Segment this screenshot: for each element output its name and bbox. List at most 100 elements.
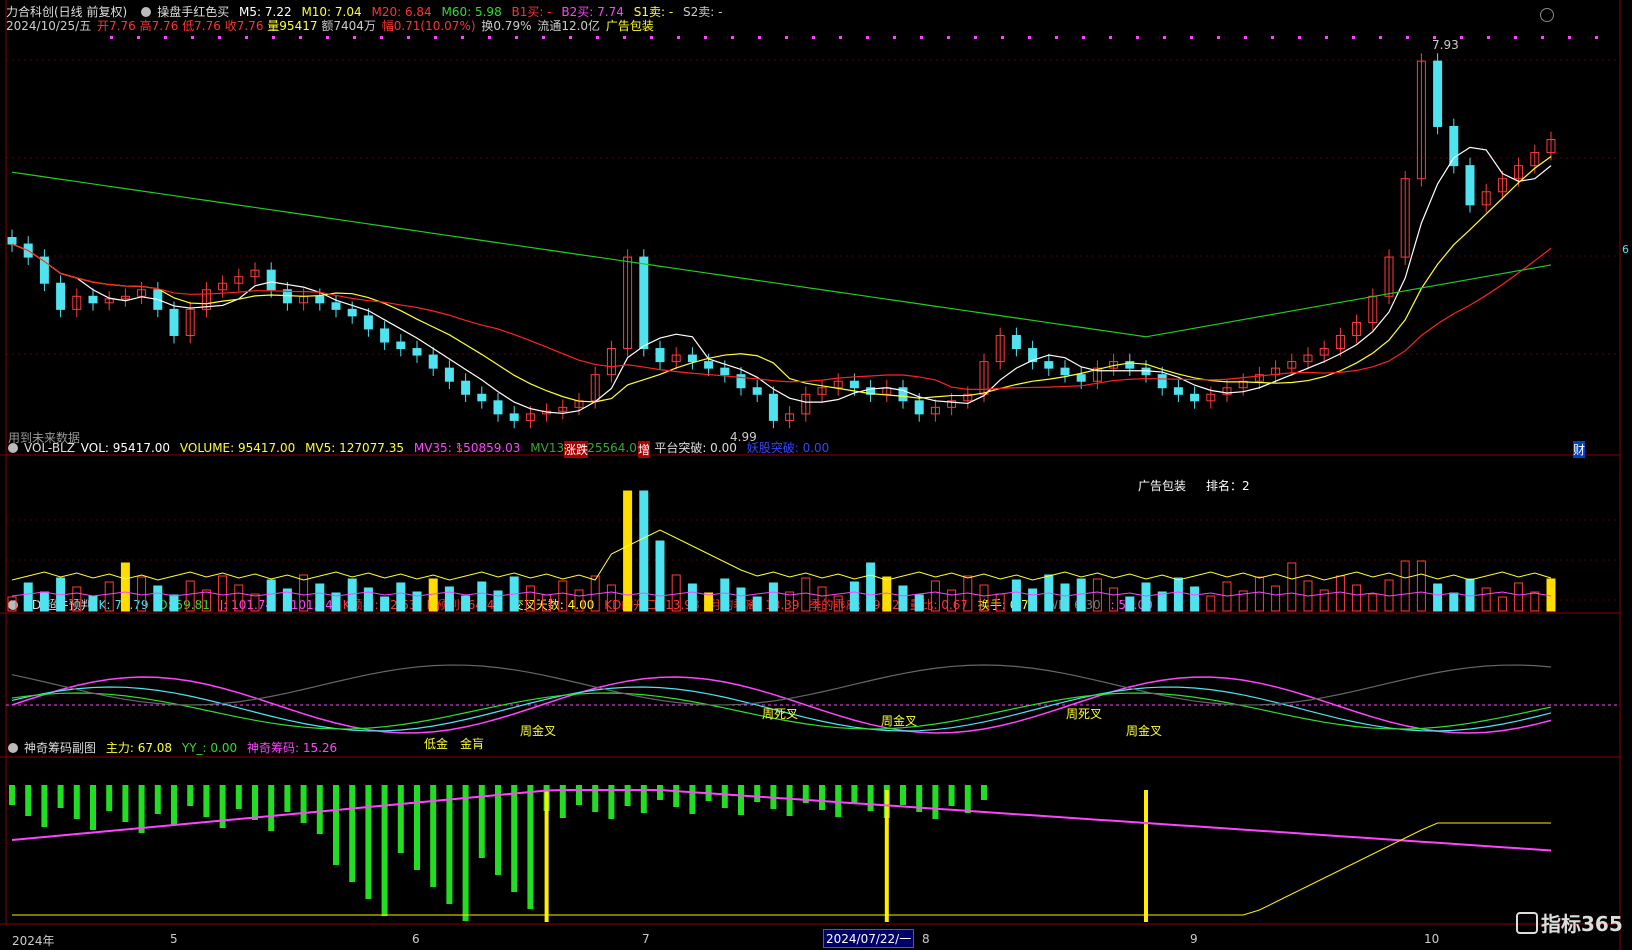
- gear-icon[interactable]: [8, 600, 18, 610]
- volume-bar: [1319, 589, 1329, 612]
- candle-down: [56, 282, 66, 310]
- signal-dot: [731, 36, 734, 39]
- chip-bar: [705, 785, 712, 801]
- candle-down: [461, 380, 471, 395]
- chip-bar: [235, 785, 242, 809]
- candle-up: [606, 348, 616, 376]
- chip-bar: [640, 785, 647, 813]
- volume-bar: [1222, 581, 1232, 612]
- volume-bar: [1271, 585, 1281, 612]
- candle-down: [1190, 393, 1200, 402]
- volume-bar: [1546, 578, 1556, 612]
- mv35-line: [11, 591, 1552, 597]
- chip-bar: [819, 785, 825, 810]
- chip-bar: [219, 785, 226, 828]
- kdj-label-0: 低金: [424, 737, 449, 751]
- close-icon[interactable]: [1540, 8, 1554, 22]
- x-axis-label-1: 5: [170, 932, 178, 946]
- tag-zhangdie: 涨跌: [564, 441, 589, 458]
- volume-bar: [1352, 584, 1362, 612]
- candle-down: [23, 243, 33, 258]
- candle-up: [882, 387, 892, 395]
- candle-down: [39, 256, 49, 284]
- chip-bar: [527, 785, 534, 909]
- candle-up: [558, 406, 568, 412]
- ma20-line: [11, 243, 1552, 390]
- signal-dot: [434, 36, 437, 39]
- kdj-indicator-name[interactable]: KDJ超牛预判: [24, 598, 93, 612]
- x-axis-label-3: 7: [642, 932, 650, 946]
- gear-icon[interactable]: [141, 7, 152, 17]
- max-price-label: 7.93: [1432, 38, 1459, 52]
- chip-bar: [478, 785, 485, 858]
- mv5-value: MV5: 127077.35: [305, 441, 405, 455]
- chip-bar: [446, 785, 453, 904]
- chip-bar: [900, 785, 906, 805]
- signal-dot: [1001, 36, 1004, 39]
- candle-up: [995, 334, 1005, 363]
- b2-value: B2买: 7.74: [561, 5, 624, 19]
- candle-down: [1028, 348, 1038, 363]
- chip-indicator-name[interactable]: 神奇筹码副图: [24, 741, 96, 755]
- volume-bar: [1335, 575, 1345, 612]
- chip-bar: [835, 785, 842, 817]
- candle-down: [1060, 367, 1070, 376]
- candle-up: [833, 380, 843, 389]
- cross-days-value: 交叉天数: 4.00: [511, 598, 595, 612]
- signal-dot: [1271, 36, 1274, 39]
- yy-value: YY_: 0.00: [181, 741, 238, 755]
- candle-up: [72, 295, 82, 310]
- chip-bar: [543, 785, 550, 811]
- season-value: 季的乖离: 29.72: [809, 598, 900, 612]
- chip-bar: [57, 785, 64, 808]
- signal-dot: [1298, 36, 1301, 39]
- stock-chart[interactable]: [0, 0, 1632, 950]
- candle-down: [639, 256, 649, 350]
- candle-up: [1287, 361, 1297, 369]
- signal-dot: [110, 36, 113, 39]
- signal-dot: [1595, 36, 1598, 39]
- signal-dot: [1028, 36, 1031, 39]
- gear-icon[interactable]: [8, 743, 18, 753]
- chip-bar: [576, 785, 582, 805]
- main-force-value: 主力: 67.08: [105, 741, 173, 755]
- candle-down: [396, 341, 406, 350]
- signal-dot: [1514, 36, 1517, 39]
- candle-down: [331, 302, 341, 310]
- d-value: D: 59.81: [158, 598, 210, 612]
- candle-up: [1400, 178, 1410, 258]
- indicator-name[interactable]: 操盘手红色买: [157, 5, 229, 19]
- candle-up: [525, 413, 535, 421]
- candle-down: [477, 393, 487, 402]
- signal-dot: [974, 36, 977, 39]
- candle-down: [1125, 361, 1135, 369]
- ma10-value: M10: 7.04: [301, 5, 362, 19]
- stock-name[interactable]: 力合科创(日线 前复权): [6, 5, 127, 19]
- x-axis-label-2: 6: [412, 932, 420, 946]
- chip-bar: [964, 785, 971, 813]
- chip-bar: [721, 785, 728, 808]
- candle-up: [104, 298, 114, 304]
- chip-bar: [414, 785, 420, 870]
- j2-value: : 101.74: [282, 598, 333, 612]
- ma20-value: M20: 6.84: [371, 5, 432, 19]
- bar-float: 流通12.0亿: [537, 19, 601, 33]
- candle-down: [752, 387, 762, 395]
- candle-down: [768, 393, 778, 421]
- candle-up: [801, 393, 811, 415]
- signal-dot: [596, 36, 599, 39]
- vol-ad-label: 广告包装: [1138, 479, 1187, 493]
- chip-bar: [284, 785, 291, 812]
- chip-bar: [333, 785, 339, 865]
- candle-down: [1449, 125, 1459, 167]
- candle-up: [574, 400, 584, 408]
- tag-cai: 财: [1573, 441, 1586, 458]
- volume-bar: [1238, 590, 1248, 612]
- j-value: J: 101.74: [219, 598, 274, 612]
- b1-value: B1买: -: [511, 5, 552, 19]
- chip-bar: [916, 785, 923, 812]
- volume-bar: [1416, 560, 1426, 612]
- signal-dot: [299, 36, 302, 39]
- signal-dot: [137, 36, 140, 39]
- chip-bar: [851, 785, 858, 804]
